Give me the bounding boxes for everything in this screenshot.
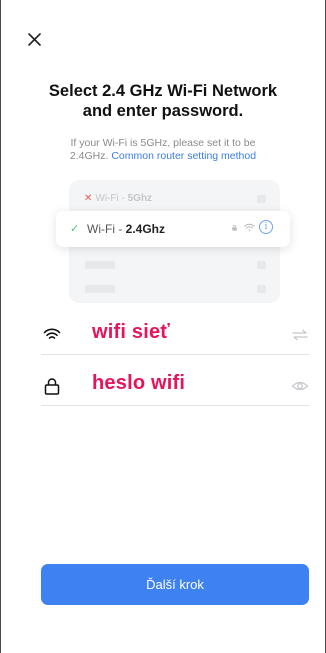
illustration-5ghz-band: 5Ghz — [127, 193, 153, 204]
field-divider — [41, 405, 309, 406]
illustration-24ghz-label: Wi-Fi - 2.4Ghz — [87, 222, 165, 236]
illustration-5ghz-prefix: Wi-Fi - — [95, 193, 128, 204]
next-step-button[interactable]: Ďalší krok — [41, 564, 309, 605]
router-setting-link[interactable]: Common router setting method — [111, 150, 256, 162]
placeholder-bar — [85, 285, 115, 293]
wifi-network-value[interactable]: wifi sieť — [92, 321, 170, 344]
field-divider — [41, 354, 309, 355]
illustration-24ghz-prefix: Wi-Fi - — [87, 222, 126, 236]
eye-icon[interactable] — [291, 378, 309, 394]
illustration-row-5ghz: ✕ Wi-Fi - 5Ghz — [84, 193, 152, 204]
page-title: Select 2.4 GHz Wi-Fi Network and enter p… — [0, 81, 326, 121]
lock-icon — [44, 378, 60, 395]
illustration-24ghz-band: 2.4Ghz — [125, 222, 166, 236]
subtitle-line2: 2.4GHz. — [69, 150, 109, 162]
placeholder-square — [257, 285, 266, 293]
close-icon — [28, 33, 41, 46]
page-subtitle: If your Wi-Fi is 5GHz, please set it to … — [40, 137, 286, 163]
small-lock-icon — [232, 225, 237, 231]
info-icon: i — [259, 220, 273, 234]
placeholder-square — [257, 195, 266, 203]
page-title-line2: and enter password. — [82, 102, 244, 120]
cross-icon: ✕ — [84, 193, 93, 204]
subtitle-line1: If your Wi-Fi is 5GHz, please set it to … — [70, 137, 256, 149]
illustration-row-24ghz: ✓ Wi-Fi - 2.4Ghz i — [56, 211, 290, 247]
check-icon: ✓ — [70, 223, 80, 235]
small-wifi-icon — [244, 223, 255, 232]
placeholder-square — [257, 261, 266, 269]
placeholder-bar — [85, 261, 115, 269]
switch-network-icon[interactable] — [291, 327, 309, 343]
page-title-line1: Select 2.4 GHz Wi-Fi Network — [48, 82, 278, 100]
wifi-icon — [43, 328, 61, 339]
wifi-password-value[interactable]: heslo wifi — [92, 372, 185, 395]
close-button[interactable] — [26, 30, 46, 50]
